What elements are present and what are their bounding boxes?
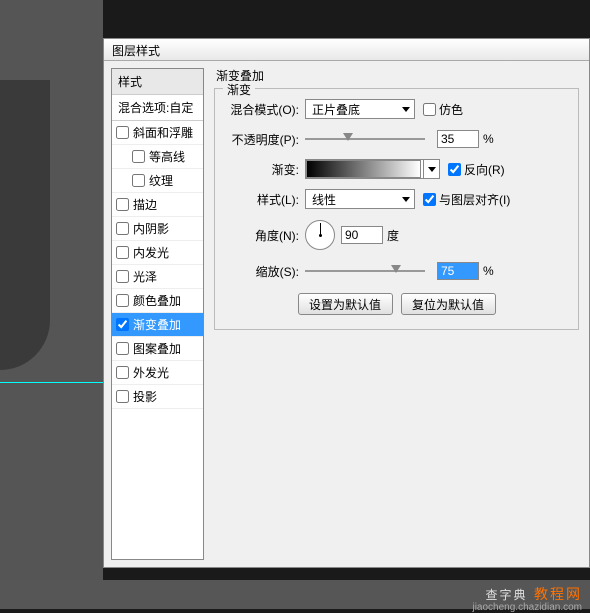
- angle-unit: 度: [387, 227, 399, 244]
- watermark: 查字典 教程网 jiaocheng.chazidian.com: [0, 580, 590, 609]
- sidebar-item-label: 投影: [133, 388, 157, 405]
- dither-checkbox-input[interactable]: [423, 103, 436, 116]
- sidebar-item-label: 斜面和浮雕: [133, 124, 193, 141]
- effect-checkbox[interactable]: [116, 366, 129, 379]
- sidebar-item-label: 描边: [133, 196, 157, 213]
- sidebar-item[interactable]: 内阴影: [112, 217, 203, 241]
- sidebar-item-label: 颜色叠加: [133, 292, 181, 309]
- blend-mode-label: 混合模式(O):: [223, 101, 305, 118]
- sidebar-item-label: 渐变叠加: [133, 316, 181, 333]
- dialog-title-bar[interactable]: 图层样式: [104, 39, 589, 61]
- reverse-label: 反向(R): [464, 161, 505, 178]
- chevron-down-icon: [402, 197, 410, 202]
- reset-default-button[interactable]: 复位为默认值: [401, 293, 496, 315]
- sidebar-item[interactable]: 颜色叠加: [112, 289, 203, 313]
- angle-label: 角度(N):: [223, 227, 305, 244]
- sidebar-item-label: 内发光: [133, 244, 169, 261]
- align-label: 与图层对齐(I): [439, 191, 510, 208]
- scale-input[interactable]: [437, 262, 479, 280]
- fieldset-legend: 渐变: [223, 81, 255, 98]
- effect-checkbox[interactable]: [116, 198, 129, 211]
- align-checkbox[interactable]: 与图层对齐(I): [423, 191, 510, 208]
- opacity-label: 不透明度(P):: [223, 131, 305, 148]
- gradient-fieldset: 渐变 混合模式(O): 正片叠底 仿色 不透明度(P):: [214, 88, 579, 330]
- sidebar-item-label: 光泽: [133, 268, 157, 285]
- align-checkbox-input[interactable]: [423, 193, 436, 206]
- scale-label: 缩放(S):: [223, 263, 305, 280]
- make-default-button[interactable]: 设置为默认值: [298, 293, 393, 315]
- sidebar-item[interactable]: 等高线: [112, 145, 203, 169]
- effect-checkbox[interactable]: [116, 246, 129, 259]
- sidebar-item[interactable]: 光泽: [112, 265, 203, 289]
- sidebar-item[interactable]: 渐变叠加: [112, 313, 203, 337]
- opacity-slider[interactable]: [305, 130, 425, 148]
- sidebar-item[interactable]: 描边: [112, 193, 203, 217]
- effect-checkbox[interactable]: [116, 294, 129, 307]
- effect-checkbox[interactable]: [116, 270, 129, 283]
- gradient-dropdown-button[interactable]: [423, 160, 439, 178]
- dialog-title: 图层样式: [112, 44, 160, 58]
- gradient-picker[interactable]: [305, 159, 440, 179]
- effect-checkbox[interactable]: [132, 174, 145, 187]
- gradient-label: 渐变:: [223, 161, 305, 178]
- sidebar-item-label: 内阴影: [133, 220, 169, 237]
- effect-checkbox[interactable]: [132, 150, 145, 163]
- blend-options-item[interactable]: 混合选项:自定: [112, 95, 203, 121]
- effect-settings-panel: 渐变叠加 渐变 混合模式(O): 正片叠底 仿色 不透明度(P):: [204, 61, 589, 567]
- sidebar-item-label: 等高线: [149, 148, 185, 165]
- sidebar-item[interactable]: 投影: [112, 385, 203, 409]
- layer-style-dialog: 图层样式 样式 混合选项:自定 斜面和浮雕等高线纹理描边内阴影内发光光泽颜色叠加…: [103, 38, 590, 568]
- effect-checkbox[interactable]: [116, 126, 129, 139]
- angle-input[interactable]: [341, 226, 383, 244]
- effect-checkbox[interactable]: [116, 222, 129, 235]
- sidebar-item-label: 图案叠加: [133, 340, 181, 357]
- sidebar-item[interactable]: 内发光: [112, 241, 203, 265]
- percent-label: %: [483, 132, 494, 146]
- percent-label: %: [483, 264, 494, 278]
- effect-checkbox[interactable]: [116, 390, 129, 403]
- style-label: 样式(L):: [223, 191, 305, 208]
- chevron-down-icon: [402, 107, 410, 112]
- scale-slider[interactable]: [305, 262, 425, 280]
- sidebar-item[interactable]: 外发光: [112, 361, 203, 385]
- styles-sidebar: 样式 混合选项:自定 斜面和浮雕等高线纹理描边内阴影内发光光泽颜色叠加渐变叠加图…: [111, 68, 204, 560]
- sidebar-header[interactable]: 样式: [112, 69, 203, 95]
- dither-checkbox[interactable]: 仿色: [423, 101, 463, 118]
- style-value: 线性: [312, 191, 336, 208]
- opacity-input[interactable]: [437, 130, 479, 148]
- angle-dial[interactable]: [305, 220, 335, 250]
- sidebar-item[interactable]: 纹理: [112, 169, 203, 193]
- reverse-checkbox[interactable]: 反向(R): [448, 161, 505, 178]
- style-dropdown[interactable]: 线性: [305, 189, 415, 209]
- panel-title: 渐变叠加: [216, 67, 579, 84]
- effect-checkbox[interactable]: [116, 318, 129, 331]
- dither-label: 仿色: [439, 101, 463, 118]
- blend-mode-dropdown[interactable]: 正片叠底: [305, 99, 415, 119]
- chevron-down-icon: [428, 167, 436, 172]
- sidebar-item[interactable]: 斜面和浮雕: [112, 121, 203, 145]
- reverse-checkbox-input[interactable]: [448, 163, 461, 176]
- gradient-preview-icon: [306, 160, 421, 178]
- blend-mode-value: 正片叠底: [312, 101, 360, 118]
- effect-checkbox[interactable]: [116, 342, 129, 355]
- sidebar-item[interactable]: 图案叠加: [112, 337, 203, 361]
- sidebar-item-label: 外发光: [133, 364, 169, 381]
- sidebar-item-label: 纹理: [149, 172, 173, 189]
